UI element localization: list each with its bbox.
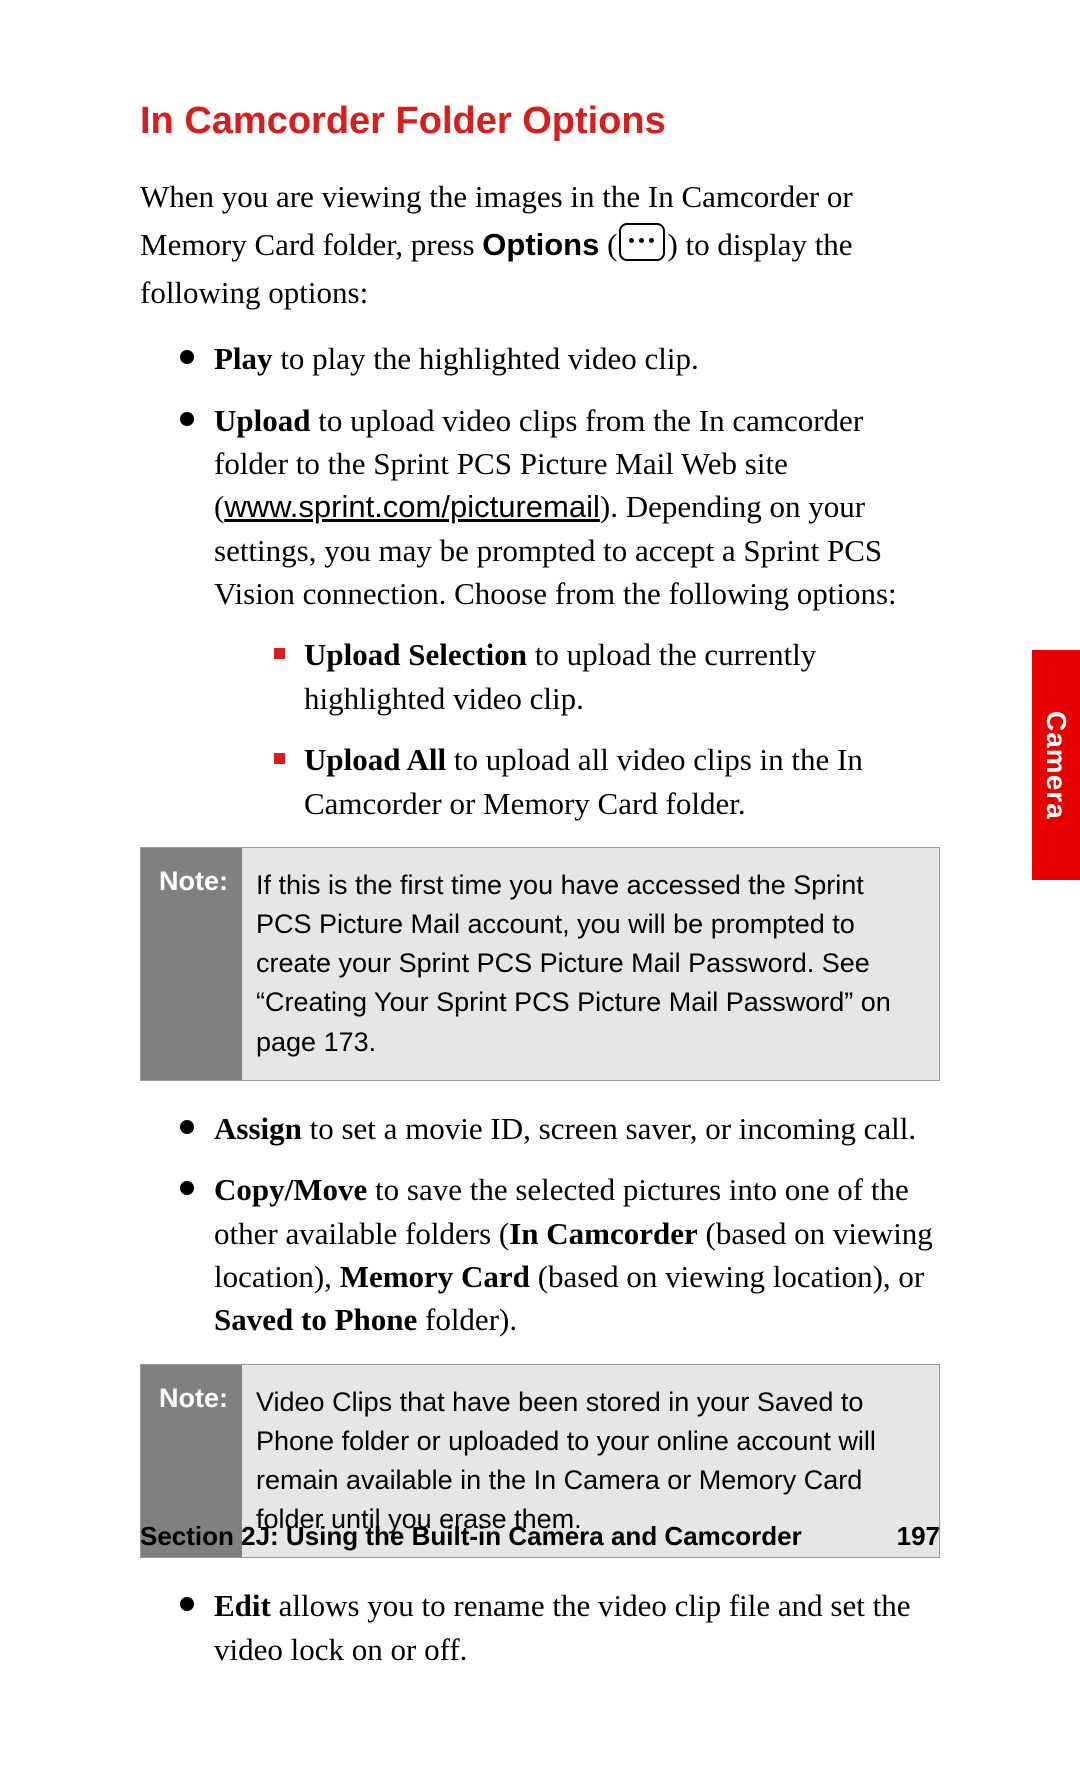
edit-label: Edit bbox=[214, 1588, 271, 1623]
intro-text-2: ( bbox=[599, 227, 617, 262]
note-body-1: If this is the first time you have acces… bbox=[242, 848, 939, 1080]
picturemail-link[interactable]: www.sprint.com/picturemail bbox=[224, 489, 600, 524]
options-key-icon bbox=[619, 223, 665, 261]
upload-selection-label: Upload Selection bbox=[304, 637, 527, 672]
options-list-3: Edit allows you to rename the video clip… bbox=[180, 1584, 940, 1671]
assign-text: to set a movie ID, screen saver, or inco… bbox=[302, 1111, 916, 1146]
note-box-1: Note: If this is the first time you have… bbox=[140, 847, 940, 1081]
list-item-assign: Assign to set a movie ID, screen saver, … bbox=[180, 1107, 940, 1150]
note-label-1: Note: bbox=[141, 848, 242, 1080]
list-item-edit: Edit allows you to rename the video clip… bbox=[180, 1584, 940, 1671]
intro-paragraph: When you are viewing the images in the I… bbox=[140, 173, 940, 317]
page-footer: Section 2J: Using the Built-in Camera an… bbox=[140, 1521, 940, 1552]
page-content: In Camcorder Folder Options When you are… bbox=[0, 0, 1080, 1769]
play-label: Play bbox=[214, 341, 273, 376]
edit-text: allows you to rename the video clip file… bbox=[214, 1588, 910, 1666]
section-title: In Camcorder Folder Options bbox=[140, 100, 940, 143]
footer-section-label: Section 2J: Using the Built-in Camera an… bbox=[140, 1521, 802, 1552]
copymove-label: Copy/Move bbox=[214, 1172, 367, 1207]
assign-label: Assign bbox=[214, 1111, 302, 1146]
options-list: Play to play the highlighted video clip.… bbox=[180, 337, 940, 825]
list-item-upload-all: Upload All to upload all video clips in … bbox=[274, 738, 940, 825]
upload-label: Upload bbox=[214, 403, 310, 438]
options-word: Options bbox=[482, 227, 599, 262]
list-item-upload: Upload to upload video clips from the In… bbox=[180, 399, 940, 826]
cm-b2: Memory Card bbox=[340, 1259, 530, 1294]
side-tab-camera: Camera bbox=[1032, 650, 1080, 880]
upload-sublist: Upload Selection to upload the currently… bbox=[274, 633, 940, 825]
list-item-copymove: Copy/Move to save the selected pictures … bbox=[180, 1168, 940, 1342]
cm-t4: folder). bbox=[417, 1302, 517, 1337]
options-list-2: Assign to set a movie ID, screen saver, … bbox=[180, 1107, 940, 1342]
list-item-upload-selection: Upload Selection to upload the currently… bbox=[274, 633, 940, 720]
cm-t3: (based on viewing location), or bbox=[530, 1259, 924, 1294]
footer-page-number: 197 bbox=[897, 1521, 940, 1552]
cm-b3: Saved to Phone bbox=[214, 1302, 417, 1337]
upload-all-label: Upload All bbox=[304, 742, 446, 777]
cm-b1: In Camcorder bbox=[509, 1216, 698, 1251]
play-text: to play the highlighted video clip. bbox=[273, 341, 699, 376]
list-item-play: Play to play the highlighted video clip. bbox=[180, 337, 940, 380]
